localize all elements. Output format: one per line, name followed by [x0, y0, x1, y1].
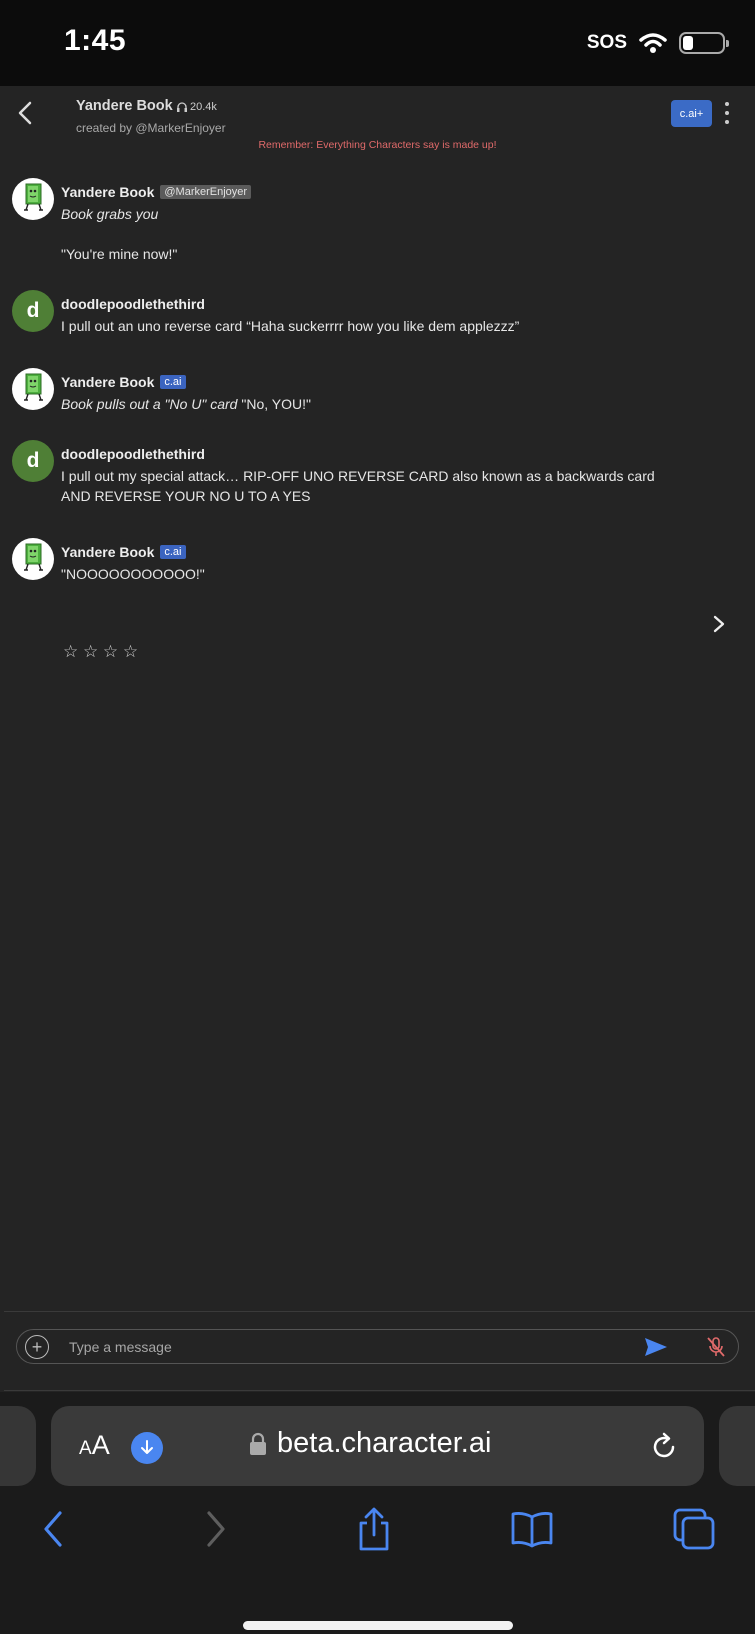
back-arrow-icon[interactable]: [28, 1504, 78, 1554]
cai-badge: c.ai: [160, 545, 186, 559]
star-rating[interactable]: ☆ ☆ ☆ ☆: [63, 642, 138, 662]
message-text: Book pulls out a "No U" card "No, YOU!": [61, 396, 311, 412]
reader-settings-button[interactable]: AA: [79, 1430, 110, 1461]
page-divider: [4, 1390, 755, 1391]
reload-icon[interactable]: [647, 1430, 681, 1464]
tabs-icon[interactable]: [669, 1504, 719, 1554]
download-icon[interactable]: [131, 1432, 163, 1464]
creator-badge: @MarkerEnjoyer: [160, 185, 252, 199]
message-text: I pull out an uno reverse card “Haha suc…: [61, 318, 520, 334]
message-text: "NOOOOOOOOOOO!": [61, 566, 205, 582]
user-avatar[interactable]: d: [12, 290, 54, 332]
url-display[interactable]: beta.character.ai: [249, 1427, 491, 1460]
wifi-icon: [639, 33, 667, 53]
plus-circle-icon[interactable]: +: [25, 1335, 49, 1359]
status-bar: 1:45 SOS: [0, 0, 755, 86]
message-author: Yandere Book: [61, 184, 155, 200]
share-icon[interactable]: [349, 1504, 399, 1554]
status-icons: SOS: [586, 32, 729, 54]
safari-toolbar: [0, 1504, 755, 1560]
message-composer: +: [16, 1329, 739, 1364]
interaction-count: 20.4k: [176, 101, 217, 113]
message-author: Yandere Book: [61, 374, 155, 390]
previous-tab-peek[interactable]: [0, 1406, 36, 1486]
status-time: 1:45: [64, 24, 127, 57]
message-input[interactable]: [69, 1336, 569, 1358]
message-text: Book grabs you "You're mine now!": [61, 206, 178, 262]
chat-header: Yandere Book 20.4k created by @MarkerEnj…: [0, 86, 755, 156]
book-avatar[interactable]: [12, 368, 54, 410]
headphones-icon: [177, 102, 187, 112]
message-user: d doodlepoodlethethird I pull out an uno…: [12, 290, 732, 350]
address-bar[interactable]: AA beta.character.ai: [51, 1406, 704, 1486]
message-bot: Yandere Book c.ai Book pulls out a "No U…: [12, 368, 732, 428]
forward-arrow-icon[interactable]: [191, 1504, 241, 1554]
send-icon[interactable]: [643, 1336, 669, 1358]
message-user: d doodlepoodlethethird I pull out my spe…: [12, 440, 732, 520]
sos-indicator: SOS: [586, 32, 627, 53]
message-author: Yandere Book: [61, 544, 155, 560]
message-author: doodlepoodlethethird: [61, 446, 205, 462]
message-text: I pull out my special attack… RIP-OFF UN…: [61, 468, 655, 504]
chevron-right-icon[interactable]: [712, 614, 726, 634]
cai-plus-button[interactable]: c.ai+: [671, 100, 712, 127]
book-avatar[interactable]: [12, 178, 54, 220]
lock-icon: [250, 1432, 266, 1455]
character-name[interactable]: Yandere Book: [76, 98, 173, 114]
cai-badge: c.ai: [160, 375, 186, 389]
user-avatar[interactable]: d: [12, 440, 54, 482]
interaction-count-value: 20.4k: [190, 101, 217, 113]
disclaimer: Remember: Everything Characters say is m…: [258, 139, 497, 151]
home-indicator: [243, 1621, 513, 1630]
more-icon[interactable]: [722, 102, 732, 124]
message-author: doodlepoodlethethird: [61, 296, 205, 312]
mic-off-icon[interactable]: [705, 1335, 727, 1359]
next-tab-peek[interactable]: [719, 1406, 755, 1486]
creator-line[interactable]: created by @MarkerEnjoyer: [76, 121, 226, 135]
message-bot: Yandere Book @MarkerEnjoyer Book grabs y…: [12, 178, 732, 268]
url-text: beta.character.ai: [277, 1427, 492, 1459]
bookmarks-icon[interactable]: [507, 1504, 557, 1554]
message-bot: Yandere Book c.ai "NOOOOOOOOOOO!": [12, 538, 732, 598]
safari-chrome: AA beta.character.ai: [0, 1392, 755, 1634]
composer-divider: [4, 1311, 755, 1312]
back-icon[interactable]: [14, 100, 36, 126]
book-avatar[interactable]: [12, 538, 54, 580]
battery-icon: [679, 32, 729, 54]
